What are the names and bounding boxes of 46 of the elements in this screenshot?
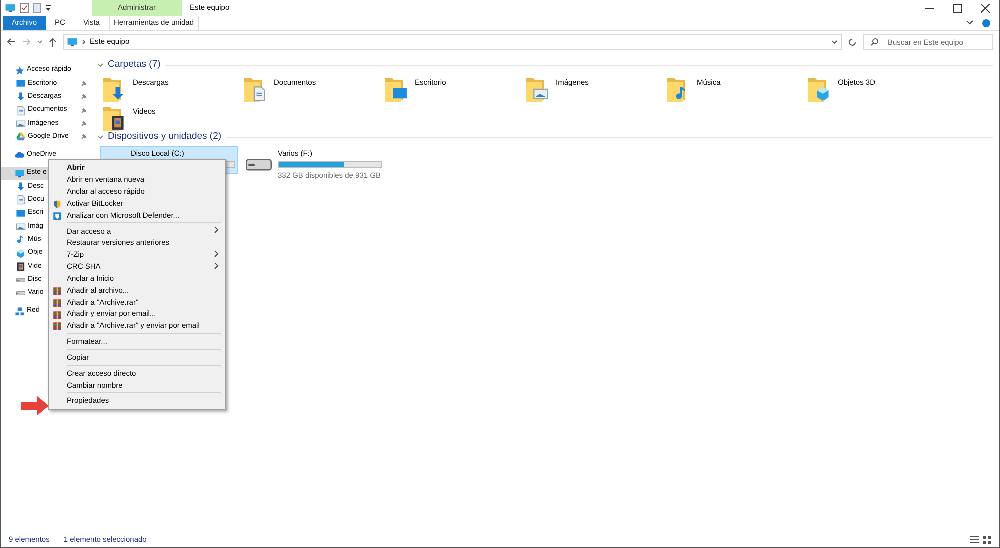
star-icon [15,66,25,76]
details-view-icon[interactable] [970,536,979,544]
drive-icon [16,288,26,298]
shield-icon [53,200,62,210]
download-arrow-icon [16,182,26,192]
archive-icon [53,322,62,332]
cube-icon [16,248,26,258]
refresh-icon[interactable] [848,38,857,46]
drive-icon [246,158,272,171]
section-header[interactable]: Carpetas (7) [108,58,161,72]
hard-drive-icon [16,275,26,286]
pin-icon[interactable] [81,94,87,100]
network-icon [15,306,25,317]
up-arrow-icon[interactable] [49,38,57,46]
section-header[interactable]: Dispositivos y unidades (2) [108,130,222,144]
image-icon [16,222,26,232]
chevron-down-icon[interactable] [966,20,974,26]
desktop-icon [16,208,26,219]
archive-icon [53,310,62,320]
pin-icon[interactable] [81,134,87,140]
pin-icon[interactable] [81,108,87,114]
chevron-down-icon[interactable] [831,40,838,44]
back-arrow-icon[interactable] [7,38,16,46]
film-icon [16,262,26,272]
image-icon [16,118,26,129]
defender-icon [53,212,62,221]
pc-icon [5,2,16,14]
document-icon [16,106,26,116]
download-arrow-icon [16,92,26,102]
cloud-icon [15,150,25,160]
desktop-icon [16,78,26,89]
tiles-view-icon[interactable] [983,536,991,544]
archive-icon [53,286,62,296]
pc-icon [15,168,25,179]
close-icon[interactable] [980,4,990,12]
music-note-icon [16,235,26,246]
pin-icon[interactable] [81,120,87,127]
pin-icon[interactable] [81,80,87,87]
pointer-arrow [21,396,49,416]
archive-icon [53,298,62,308]
triangle-icon [16,132,26,142]
dropdown-icon[interactable] [45,4,52,12]
chevron-right-icon [82,39,86,45]
document-icon [16,195,26,206]
maximize-icon[interactable] [952,4,962,12]
pc-icon [67,36,78,48]
